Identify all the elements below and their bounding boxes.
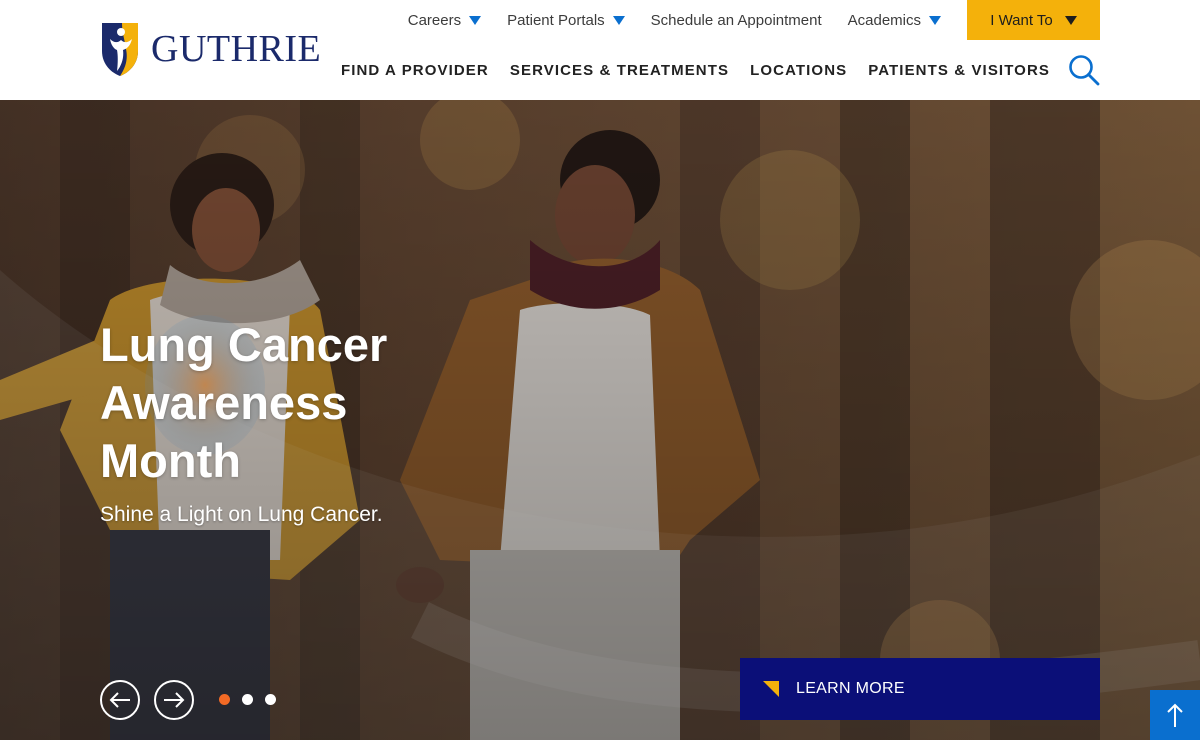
search-icon xyxy=(1069,55,1100,86)
caret-down-icon xyxy=(612,15,625,25)
back-to-top-button[interactable] xyxy=(1150,690,1200,740)
utility-nav-careers[interactable]: Careers xyxy=(407,11,482,29)
carousel-dot-2[interactable] xyxy=(242,694,253,705)
search-button[interactable] xyxy=(1068,54,1100,86)
utility-nav: Careers Patient Portals Schedule an Appo… xyxy=(408,0,1100,40)
arrow-up-icon xyxy=(1167,703,1183,727)
hero-title: Lung Cancer Awareness Month xyxy=(100,318,388,487)
carousel-dot-3[interactable] xyxy=(265,694,276,705)
utility-nav-label: Careers xyxy=(407,11,462,29)
caret-down-icon xyxy=(1064,15,1077,25)
arrow-right-icon xyxy=(164,692,185,708)
utility-nav-label: Patient Portals xyxy=(507,11,605,29)
utility-nav-label: Schedule an Appointment xyxy=(650,11,822,29)
utility-nav-schedule-appointment[interactable]: Schedule an Appointment xyxy=(651,12,822,29)
logo-text: GUTHRIE xyxy=(151,28,322,70)
corner-triangle-icon xyxy=(763,681,779,697)
site-header: GUTHRIE Careers Patient Portals Schedule… xyxy=(0,0,1200,100)
utility-nav-patient-portals[interactable]: Patient Portals xyxy=(507,12,625,29)
utility-nav-label: Academics xyxy=(847,11,921,29)
main-nav-locations[interactable]: LOCATIONS xyxy=(750,62,847,79)
i-want-to-label: I Want To xyxy=(990,11,1053,29)
caret-down-icon xyxy=(929,15,941,25)
carousel-prev-button[interactable] xyxy=(100,680,140,720)
guthrie-logo[interactable]: GUTHRIE xyxy=(100,21,321,77)
learn-more-label: LEARN MORE xyxy=(796,680,905,697)
guthrie-shield-icon xyxy=(102,23,138,76)
caret-down-icon xyxy=(469,15,482,25)
main-nav-patients-visitors[interactable]: PATIENTS & VISITORS xyxy=(868,62,1050,79)
hero-carousel: Lung Cancer Awareness Month Shine a Ligh… xyxy=(0,100,1200,740)
main-nav-find-a-provider[interactable]: FIND A PROVIDER xyxy=(341,62,489,79)
carousel-dot-1[interactable] xyxy=(219,694,230,705)
arrow-left-icon xyxy=(109,692,130,708)
hero-subtitle: Shine a Light on Lung Cancer. xyxy=(100,503,383,526)
i-want-to-button[interactable]: I Want To xyxy=(967,0,1100,40)
utility-nav-academics[interactable]: Academics xyxy=(848,12,941,29)
main-nav-services-treatments[interactable]: SERVICES & TREATMENTS xyxy=(510,62,729,79)
learn-more-button[interactable]: LEARN MORE xyxy=(740,658,1100,720)
main-nav: FIND A PROVIDER SERVICES & TREATMENTS LO… xyxy=(320,54,1050,86)
carousel-next-button[interactable] xyxy=(154,680,194,720)
